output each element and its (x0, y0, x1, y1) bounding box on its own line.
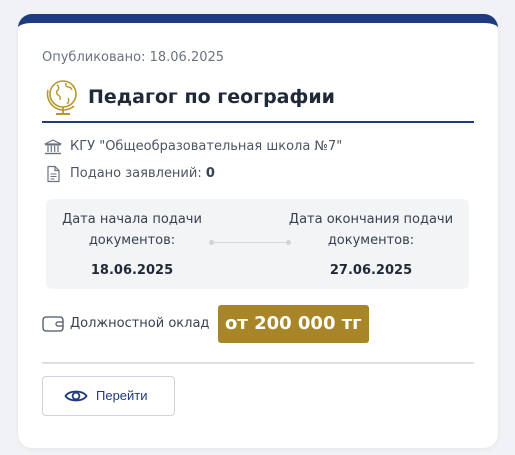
start-date-value: 18.06.2025 (90, 263, 174, 278)
go-button[interactable]: Перейти (42, 376, 175, 416)
start-date-label: Дата начала подачи документов: (62, 212, 202, 248)
salary-label: Должностной оклад (70, 316, 210, 331)
applications-count: 0 (205, 166, 215, 181)
end-date-block: Дата окончания подачи документов: 27.06.… (283, 209, 459, 281)
published-date: 18.06.2025 (149, 50, 225, 65)
wallet-icon (42, 316, 64, 332)
globe-icon (46, 80, 77, 115)
dates-panel: Дата начала подачи документов: 18.06.202… (46, 199, 469, 289)
salary-badge: от 200 000 тг (218, 305, 369, 343)
salary-row: Должностной оклад от 200 000 тг (42, 305, 462, 345)
title-row: Педагог по географии (42, 75, 474, 123)
end-date-label: Дата окончания подачи документов: (288, 212, 454, 248)
end-date-value: 27.06.2025 (329, 263, 413, 278)
start-date-block: Дата начала подачи документов: 18.06.202… (56, 209, 208, 281)
document-icon (47, 165, 60, 183)
published-label: Опубликовано: (42, 50, 146, 65)
institution-icon (44, 139, 62, 155)
date-range-connector (209, 240, 291, 245)
eye-icon (64, 390, 88, 402)
vacancy-card: Опубликовано: 18.06.2025 Педагог по геог… (18, 14, 498, 448)
applications-label: Подано заявлений: (70, 166, 202, 181)
divider (42, 362, 474, 364)
published-line: Опубликовано: 18.06.2025 (42, 50, 224, 65)
vacancy-title: Педагог по географии (88, 86, 335, 108)
organization-name: КГУ "Общеобразовательная школа №7" (70, 139, 343, 154)
go-button-label: Перейти (96, 388, 148, 403)
